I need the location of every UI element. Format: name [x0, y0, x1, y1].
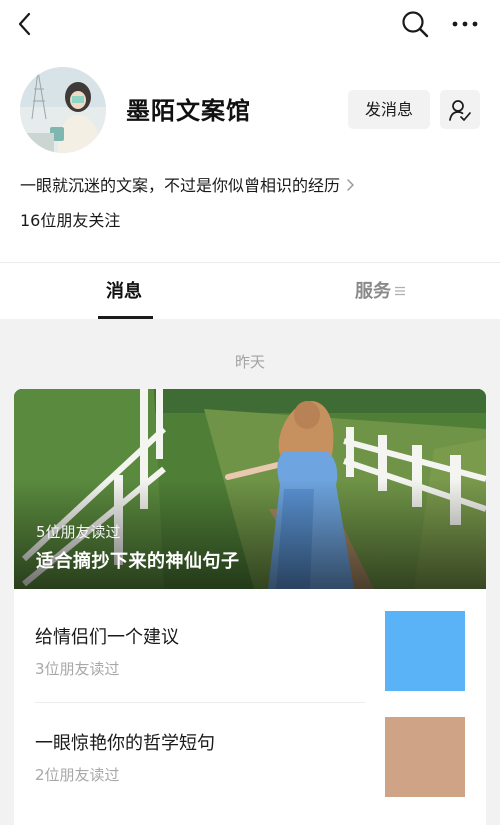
- follow-button[interactable]: [440, 90, 480, 129]
- article-reads: 3位朋友读过: [35, 660, 120, 678]
- user-check-icon: [449, 100, 471, 121]
- cover-article[interactable]: 5位朋友读过 适合摘抄下来的神仙句子: [14, 389, 486, 589]
- cover-article-title: 适合摘抄下来的神仙句子: [36, 551, 240, 572]
- account-name: 墨陌文案馆: [126, 97, 251, 125]
- search-button[interactable]: [400, 9, 430, 39]
- article-title: 给情侣们一个建议: [35, 627, 179, 648]
- article-group-card: 5位朋友读过 适合摘抄下来的神仙句子 给情侣们一个建议 3位朋友读过 一眼惊艳你…: [14, 389, 486, 825]
- cover-article-reads: 5位朋友读过: [36, 523, 121, 541]
- chevron-right-icon: [347, 179, 354, 191]
- article-thumbnail: [385, 717, 465, 797]
- top-bar: [0, 0, 500, 50]
- search-icon: [402, 11, 429, 38]
- account-intro[interactable]: 一眼就沉迷的文案，不过是你似曾相识的经历: [20, 175, 354, 197]
- active-tab-indicator: [98, 316, 153, 319]
- tab-services-label: 服务: [355, 281, 391, 302]
- tab-messages-label: 消息: [106, 281, 142, 302]
- article-reads: 2位朋友读过: [35, 766, 120, 784]
- more-dots-icon: [452, 21, 478, 27]
- account-header: 墨陌文案馆 发消息 一眼就沉迷的文案，不过是你似曾相识的经历 16位朋友关注 消…: [0, 0, 500, 319]
- more-button[interactable]: [451, 12, 479, 36]
- article-item[interactable]: 给情侣们一个建议 3位朋友读过: [14, 589, 486, 695]
- account-intro-text: 一眼就沉迷的文案，不过是你似曾相识的经历: [20, 176, 341, 195]
- menu-icon: [395, 286, 405, 295]
- chevron-left-icon: [18, 12, 31, 36]
- feed-date: 昨天: [234, 353, 265, 371]
- article-title: 一眼惊艳你的哲学短句: [35, 733, 215, 754]
- send-message-button[interactable]: 发消息: [348, 90, 430, 129]
- followers-count[interactable]: 16位朋友关注: [20, 210, 120, 232]
- back-button[interactable]: [14, 10, 36, 38]
- tab-messages[interactable]: 消息: [106, 278, 142, 308]
- article-item[interactable]: 一眼惊艳你的哲学短句 2位朋友读过: [14, 695, 486, 801]
- article-thumbnail: [385, 611, 465, 691]
- divider: [0, 262, 500, 263]
- tab-services[interactable]: 服务: [355, 278, 405, 308]
- avatar[interactable]: [20, 67, 106, 153]
